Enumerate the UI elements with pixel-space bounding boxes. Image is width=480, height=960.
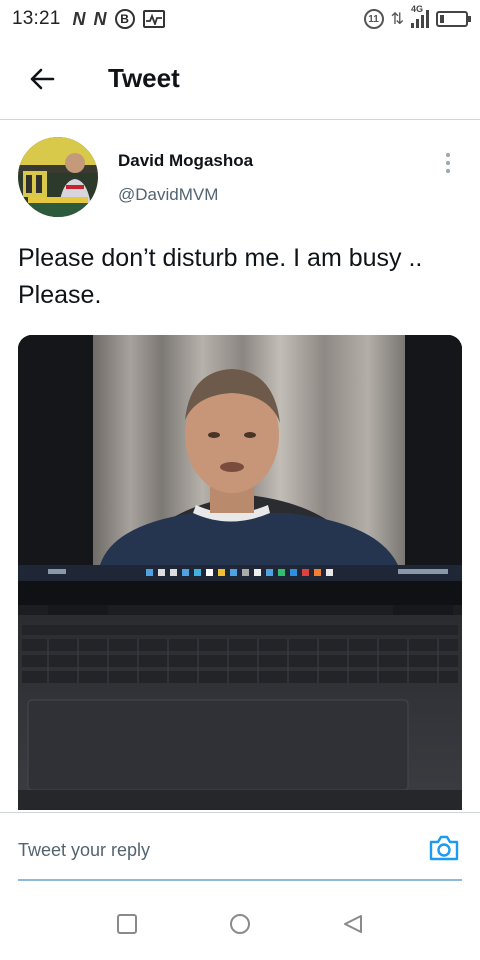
back-nav-button[interactable] [333,904,373,944]
app-header: Tweet [0,38,480,120]
notification-icons: N N B [73,9,165,30]
camera-icon [429,835,459,861]
avatar[interactable] [18,137,98,217]
arrow-left-icon [30,68,55,89]
battery-icon [436,11,471,27]
author-name[interactable]: David Mogashoa [118,151,253,171]
system-nav-bar [0,888,480,960]
tweet-media[interactable] [18,335,462,810]
page-title: Tweet [108,63,180,93]
recents-icon [116,914,137,934]
reply-bar [0,812,480,882]
more-options-button[interactable] [436,151,460,175]
author-info: David Mogashoa @DavidMVM [118,151,253,219]
home-icon [229,914,250,934]
camera-button[interactable] [426,831,462,865]
tweet-text: Please don’t disturb me. I am busy .. Pl… [18,244,423,309]
signal-icon: 4G [411,4,429,28]
b-notification-icon: B [114,9,135,29]
author-handle[interactable]: @DavidMVM [118,185,253,205]
network-type-label: 4G [411,4,424,14]
sim-icon: 11 [363,9,384,29]
reply-input[interactable] [18,835,398,865]
home-button[interactable] [220,904,260,944]
pulse-icon [142,10,165,28]
more-vertical-icon [446,153,450,157]
tweet-author: David Mogashoa @DavidMVM [18,137,462,219]
n-notification-icon: N [93,8,107,29]
recents-button[interactable] [107,904,147,944]
reply-underline [18,879,462,881]
data-arrows-icon: ⇅ [390,11,404,28]
back-button[interactable] [18,55,66,103]
photo-icon [18,335,462,810]
back-icon [344,915,363,933]
status-time: 13:21 [12,8,61,29]
status-bar: 13:21 N N B 11 ⇅ 4G [0,0,480,38]
n-notification-icon: N [72,8,86,29]
system-icons: 11 ⇅ 4G [363,4,471,29]
